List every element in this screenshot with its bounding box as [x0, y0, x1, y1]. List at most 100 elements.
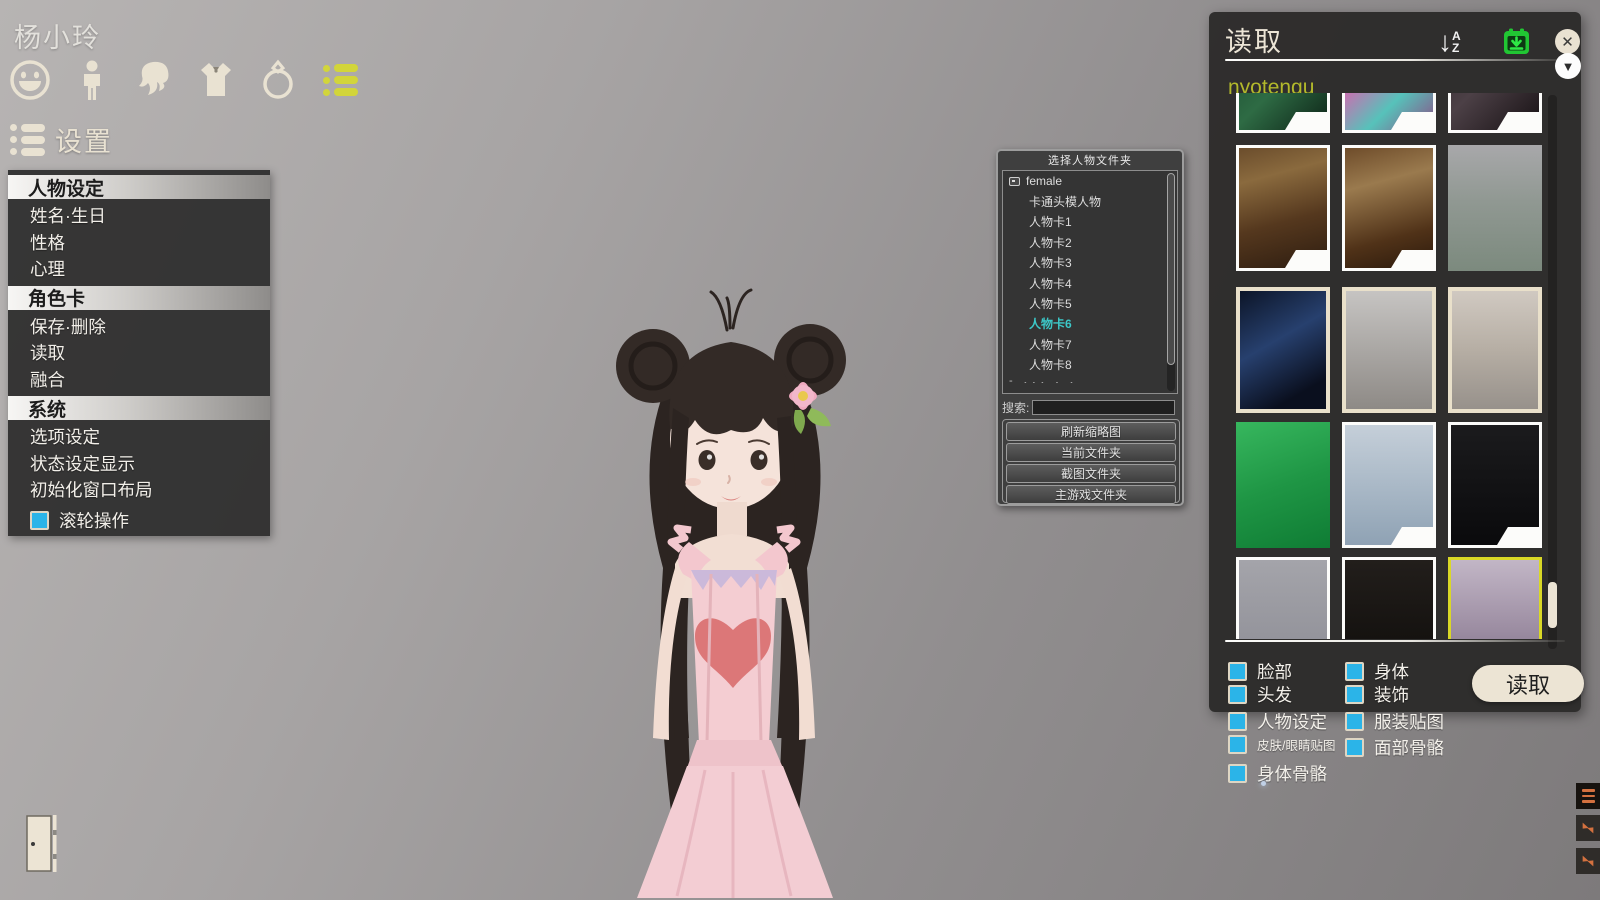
- hair-tab-button[interactable]: [132, 58, 176, 102]
- hair-icon: [132, 58, 176, 102]
- body-checkbox[interactable]: [1345, 662, 1364, 681]
- card-thumb-white-hair-armor[interactable]: [1236, 145, 1330, 271]
- card-thumb-purple-hair-selected[interactable]: [1448, 557, 1542, 639]
- card-thumb-white-nurse[interactable]: [1342, 422, 1436, 548]
- menu-item-name-birthday[interactable]: 姓名·生日: [8, 203, 270, 230]
- card-thumb-brown-angel[interactable]: [1448, 287, 1542, 413]
- category-toolbar: [8, 58, 362, 102]
- face-tab-button[interactable]: [8, 58, 52, 102]
- load-panel-title: 读取: [1225, 20, 1283, 59]
- card-thumb-blonde-elf[interactable]: [1236, 422, 1330, 548]
- folder-select-dialog: 选择人物文件夹 female 卡通头模人物 人物卡1 人物卡2 人物卡3 人物卡…: [996, 149, 1184, 506]
- folder-search-row: 搜索:: [1002, 399, 1180, 416]
- folder-item-selected[interactable]: 人物卡6: [1003, 314, 1177, 334]
- hair-checkbox[interactable]: [1228, 685, 1247, 704]
- grid-scrollbar[interactable]: [1548, 95, 1557, 649]
- menu-item-load[interactable]: 读取: [8, 340, 270, 367]
- body-icon: [70, 58, 114, 102]
- face-bones-checkbox[interactable]: [1345, 738, 1364, 757]
- sparkle-dot: [1261, 781, 1266, 786]
- menu-item-reset-window-layout[interactable]: 初始化窗口布局: [8, 477, 270, 504]
- card-thumb-white-angel[interactable]: [1342, 287, 1436, 413]
- refresh-thumbnails-button[interactable]: 刷新缩略图: [1006, 422, 1176, 441]
- folder-search-input[interactable]: [1032, 400, 1175, 415]
- body-bones-checkbox[interactable]: [1228, 764, 1247, 783]
- folder-item[interactable]: 人物卡4: [1003, 273, 1177, 293]
- folder-list-scrollbar[interactable]: [1167, 173, 1175, 391]
- folder-item-root[interactable]: female: [1003, 171, 1177, 191]
- collapse-panel-button[interactable]: ▼: [1555, 53, 1581, 79]
- folder-item[interactable]: 卡通头模人物: [1003, 191, 1177, 211]
- option-row: 脸部: [1228, 659, 1292, 684]
- accessory-checkbox[interactable]: [1345, 685, 1364, 704]
- folder-item[interactable]: 人物卡3: [1003, 253, 1177, 273]
- face-bones-label: 面部骨骼: [1374, 735, 1444, 760]
- clothes-icon: [194, 58, 238, 102]
- settings-tab-button-active[interactable]: [318, 58, 362, 102]
- flag-button-1[interactable]: [1576, 815, 1600, 841]
- card-thumb-dark-hair[interactable]: [1342, 557, 1436, 639]
- folder-item[interactable]: 人物卡1: [1003, 212, 1177, 232]
- character-settings-checkbox[interactable]: [1228, 712, 1247, 731]
- section-header-system: 系统: [8, 396, 270, 420]
- option-row: 面部骨骼: [1345, 735, 1444, 760]
- door-icon: [22, 814, 62, 874]
- option-row: 皮肤/眼睛贴图: [1228, 735, 1335, 754]
- load-confirm-button[interactable]: 读取: [1472, 665, 1584, 702]
- main-game-folder-button[interactable]: 主游戏文件夹: [1006, 485, 1176, 504]
- option-row: 人物设定: [1228, 709, 1327, 734]
- wheel-operation-label: 滚轮操作: [59, 508, 129, 533]
- section-header-card: 角色卡: [8, 286, 270, 310]
- menu-item-personality[interactable]: 性格: [8, 230, 270, 257]
- card-thumb-green-bunny[interactable]: [1448, 145, 1542, 271]
- card-thumb-pink-hair-gold[interactable]: [1342, 145, 1436, 271]
- folder-item[interactable]: 人物卡5: [1003, 293, 1177, 313]
- current-folder-button[interactable]: 当前文件夹: [1006, 443, 1176, 462]
- load-card-panel: 读取 ↓ A Z ✕ ▼ nyotengu: [1209, 12, 1581, 712]
- skin-eye-texture-checkbox[interactable]: [1228, 735, 1247, 754]
- card-thumb-green-dress[interactable]: [1236, 93, 1330, 133]
- menu-item-status-display[interactable]: 状态设定显示: [8, 451, 270, 478]
- wheel-operation-checkbox[interactable]: [30, 511, 49, 530]
- sort-by-date-button[interactable]: [1503, 28, 1530, 60]
- folder-list-scroll-thumb[interactable]: [1167, 173, 1175, 365]
- card-thumb-magenta-outfit[interactable]: [1342, 93, 1436, 133]
- flag-button-2[interactable]: [1576, 848, 1600, 874]
- option-row: 装饰: [1345, 682, 1409, 707]
- settings-header-icon: [10, 124, 45, 156]
- exit-button[interactable]: [22, 814, 62, 874]
- folder-item-clipped[interactable]: - ･･･ ･ ･: [1003, 375, 1177, 383]
- folder-item[interactable]: 人物卡8: [1003, 355, 1177, 375]
- close-panel-button[interactable]: ✕: [1555, 29, 1580, 54]
- menu-item-save-delete[interactable]: 保存·删除: [8, 314, 270, 341]
- face-checkbox[interactable]: [1228, 662, 1247, 681]
- hamburger-icon: [1582, 789, 1595, 803]
- sort-az-button[interactable]: ↓ A Z: [1438, 28, 1461, 56]
- folder-item[interactable]: 人物卡7: [1003, 334, 1177, 354]
- card-thumb-navy-swimsuit[interactable]: [1236, 557, 1330, 639]
- clothes-texture-label: 服装贴图: [1374, 709, 1444, 734]
- side-menu-button[interactable]: [1576, 783, 1600, 809]
- search-label: 搜索:: [1002, 399, 1029, 416]
- menu-item-psyche[interactable]: 心理: [8, 256, 270, 283]
- clothes-texture-checkbox[interactable]: [1345, 712, 1364, 731]
- card-thumb-mecha-angel[interactable]: [1236, 287, 1330, 413]
- folder-root-icon: [1009, 177, 1020, 186]
- folder-item[interactable]: 人物卡2: [1003, 232, 1177, 252]
- body-tab-button[interactable]: [70, 58, 114, 102]
- menu-item-merge[interactable]: 融合: [8, 367, 270, 394]
- clothes-tab-button[interactable]: [194, 58, 238, 102]
- accessory-tab-button[interactable]: [256, 58, 300, 102]
- card-thumb-black-lace[interactable]: [1448, 93, 1542, 133]
- character-settings-label: 人物设定: [1257, 709, 1327, 734]
- folder-dialog-buttons: 刷新缩略图 当前文件夹 截图文件夹 主游戏文件夹: [1002, 419, 1180, 503]
- accessory-icon: [256, 58, 300, 102]
- folder-dialog-title: 选择人物文件夹: [998, 151, 1182, 168]
- screenshot-folder-button[interactable]: 截图文件夹: [1006, 464, 1176, 483]
- option-row: 身体: [1345, 659, 1409, 684]
- grid-scroll-thumb[interactable]: [1548, 582, 1557, 628]
- menu-item-option-settings[interactable]: 选项设定: [8, 424, 270, 451]
- header-separator: [1225, 59, 1563, 61]
- card-thumb-black-hair-girl[interactable]: [1448, 422, 1542, 548]
- character-model-viewport: [515, 268, 955, 900]
